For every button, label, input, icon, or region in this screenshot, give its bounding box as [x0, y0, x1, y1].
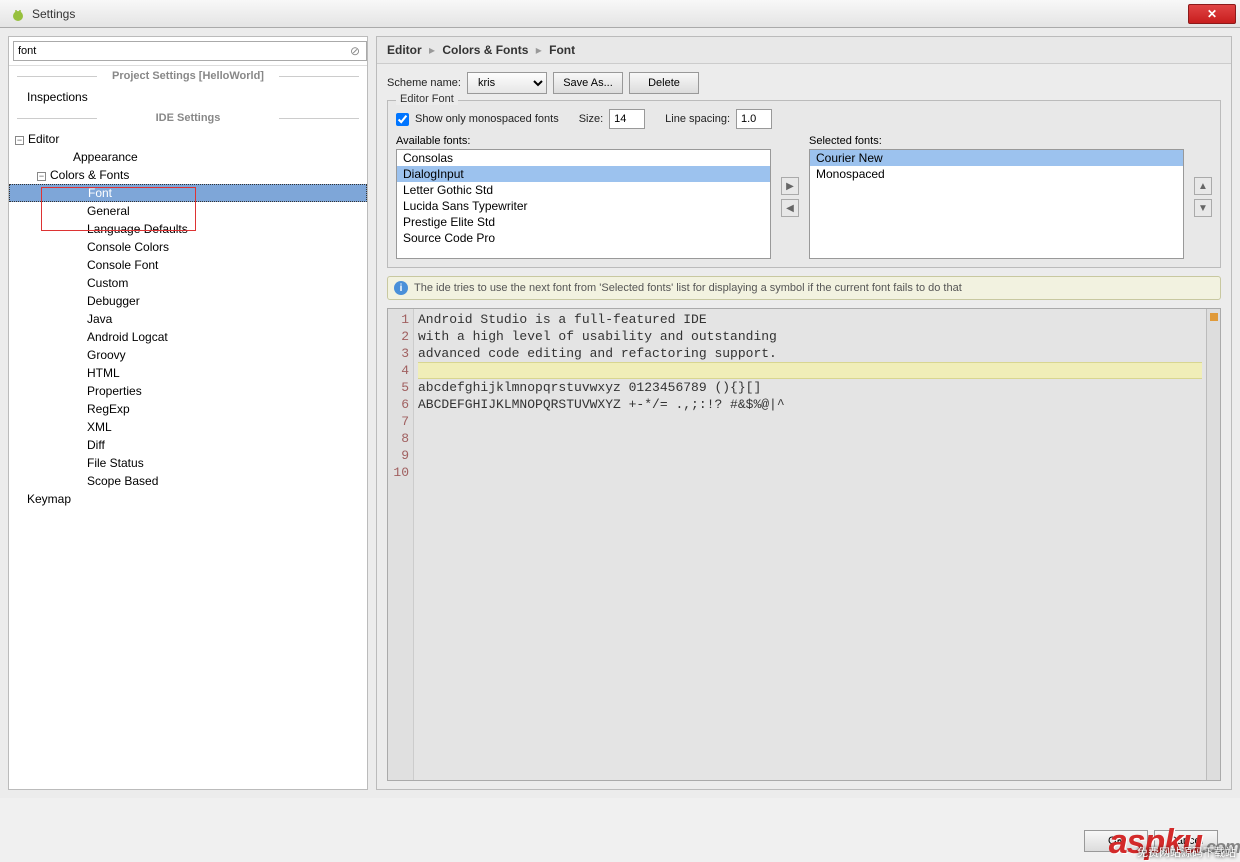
breadcrumb-colors-fonts[interactable]: Colors & Fonts: [442, 43, 528, 57]
tree-item-editor[interactable]: −Editor: [9, 130, 367, 148]
font-option[interactable]: Consolas: [397, 150, 770, 166]
font-option[interactable]: Lucida Sans Typewriter: [397, 198, 770, 214]
font-option[interactable]: Letter Gothic Std: [397, 182, 770, 198]
preview-text[interactable]: Android Studio is a full-featured IDEwit…: [414, 309, 1206, 780]
font-order-controls: ▲ ▼: [1194, 135, 1212, 259]
tree-item-debugger[interactable]: Debugger: [9, 292, 367, 310]
tree-item-console-font[interactable]: Console Font: [9, 256, 367, 274]
save-as-button[interactable]: Save As...: [553, 72, 623, 94]
tree-item-file-status[interactable]: File Status: [9, 454, 367, 472]
search-row: ⊘: [9, 37, 367, 66]
tree-item-general[interactable]: General: [9, 202, 367, 220]
spacing-input[interactable]: [736, 109, 772, 129]
scheme-select[interactable]: kris: [467, 72, 547, 94]
breadcrumb-font: Font: [549, 43, 575, 57]
tree-item-xml[interactable]: XML: [9, 418, 367, 436]
tree-ide: −Editor Appearance −Colors & Fonts Font …: [9, 128, 367, 510]
titlebar: Settings ✕: [0, 0, 1240, 28]
show-mono-checkbox[interactable]: [396, 113, 409, 126]
section-project: Project Settings [HelloWorld]: [9, 66, 367, 86]
move-down-icon[interactable]: ▼: [1194, 199, 1212, 217]
tree-item-font[interactable]: Font: [9, 184, 367, 202]
info-text: The ide tries to use the next font from …: [414, 282, 962, 294]
section-ide: IDE Settings: [9, 108, 367, 128]
available-fonts-list[interactable]: ConsolasDialogInputLetter Gothic StdLuci…: [396, 149, 771, 259]
tree-item-colors-fonts[interactable]: −Colors & Fonts: [9, 166, 367, 184]
sidebar: ⊘ Project Settings [HelloWorld] Inspecti…: [8, 36, 368, 790]
info-banner: i The ide tries to use the next font fro…: [387, 276, 1221, 300]
tree-item-regexp[interactable]: RegExp: [9, 400, 367, 418]
preview-marker-strip: [1206, 309, 1220, 780]
tree-item-keymap[interactable]: Keymap: [9, 490, 367, 508]
collapse-icon[interactable]: −: [15, 136, 24, 145]
move-left-icon[interactable]: ◀: [781, 199, 799, 217]
tree-item-diff[interactable]: Diff: [9, 436, 367, 454]
search-input[interactable]: [13, 41, 367, 61]
size-label: Size:: [579, 113, 603, 125]
info-icon: i: [394, 281, 408, 295]
gutter: 12345678910: [388, 309, 414, 780]
tree-item-scope-based[interactable]: Scope Based: [9, 472, 367, 490]
close-button[interactable]: ✕: [1188, 4, 1236, 24]
collapse-icon[interactable]: −: [37, 172, 46, 181]
marker-icon: [1210, 313, 1218, 321]
move-up-icon[interactable]: ▲: [1194, 177, 1212, 195]
tree-label-editor: Editor: [28, 132, 59, 146]
tree-item-custom[interactable]: Custom: [9, 274, 367, 292]
clear-search-icon[interactable]: ⊘: [347, 43, 363, 59]
dialog-body: ⊘ Project Settings [HelloWorld] Inspecti…: [0, 28, 1240, 798]
font-option[interactable]: Monospaced: [810, 166, 1183, 182]
scheme-row: Scheme name: kris Save As... Delete: [387, 72, 1221, 94]
tree-label-colors-fonts: Colors & Fonts: [50, 168, 129, 182]
available-label: Available fonts:: [396, 135, 771, 147]
show-mono-label: Show only monospaced fonts: [415, 113, 559, 125]
chevron-right-icon: ▸: [429, 43, 435, 57]
tree-item-html[interactable]: HTML: [9, 364, 367, 382]
selected-label: Selected fonts:: [809, 135, 1184, 147]
watermark-sub: 免费网站源码下载站: [1137, 844, 1236, 860]
spacing-label: Line spacing:: [665, 113, 730, 125]
size-input[interactable]: [609, 109, 645, 129]
font-preview: 12345678910 Android Studio is a full-fea…: [387, 308, 1221, 781]
tree-item-console-colors[interactable]: Console Colors: [9, 238, 367, 256]
group-title: Editor Font: [396, 93, 458, 105]
tree-item-inspections[interactable]: Inspections: [9, 88, 367, 106]
tree-item-android-logcat[interactable]: Android Logcat: [9, 328, 367, 346]
tree-item-java[interactable]: Java: [9, 310, 367, 328]
tree-item-appearance[interactable]: Appearance: [9, 148, 367, 166]
app-icon: [10, 6, 26, 22]
window-title: Settings: [32, 7, 75, 21]
font-option[interactable]: Prestige Elite Std: [397, 214, 770, 230]
move-right-icon[interactable]: ▶: [781, 177, 799, 195]
breadcrumb-editor[interactable]: Editor: [387, 43, 422, 57]
tree-item-groovy[interactable]: Groovy: [9, 346, 367, 364]
font-option[interactable]: DialogInput: [397, 166, 770, 182]
editor-font-group: Editor Font Show only monospaced fonts S…: [387, 100, 1221, 268]
font-move-controls: ▶ ◀: [781, 135, 799, 259]
dialog-footer: OK Cancel: [0, 824, 1240, 858]
breadcrumb: Editor ▸ Colors & Fonts ▸ Font: [377, 37, 1231, 64]
tree-project: Inspections: [9, 86, 367, 108]
delete-button[interactable]: Delete: [629, 72, 699, 94]
tree-item-language-defaults[interactable]: Language Defaults: [9, 220, 367, 238]
font-option[interactable]: Source Code Pro: [397, 230, 770, 246]
scheme-label: Scheme name:: [387, 77, 461, 89]
chevron-right-icon: ▸: [536, 43, 542, 57]
main-panel: Editor ▸ Colors & Fonts ▸ Font Scheme na…: [376, 36, 1232, 790]
font-option[interactable]: Courier New: [810, 150, 1183, 166]
selected-fonts-list[interactable]: Courier NewMonospaced: [809, 149, 1184, 259]
tree-item-properties[interactable]: Properties: [9, 382, 367, 400]
